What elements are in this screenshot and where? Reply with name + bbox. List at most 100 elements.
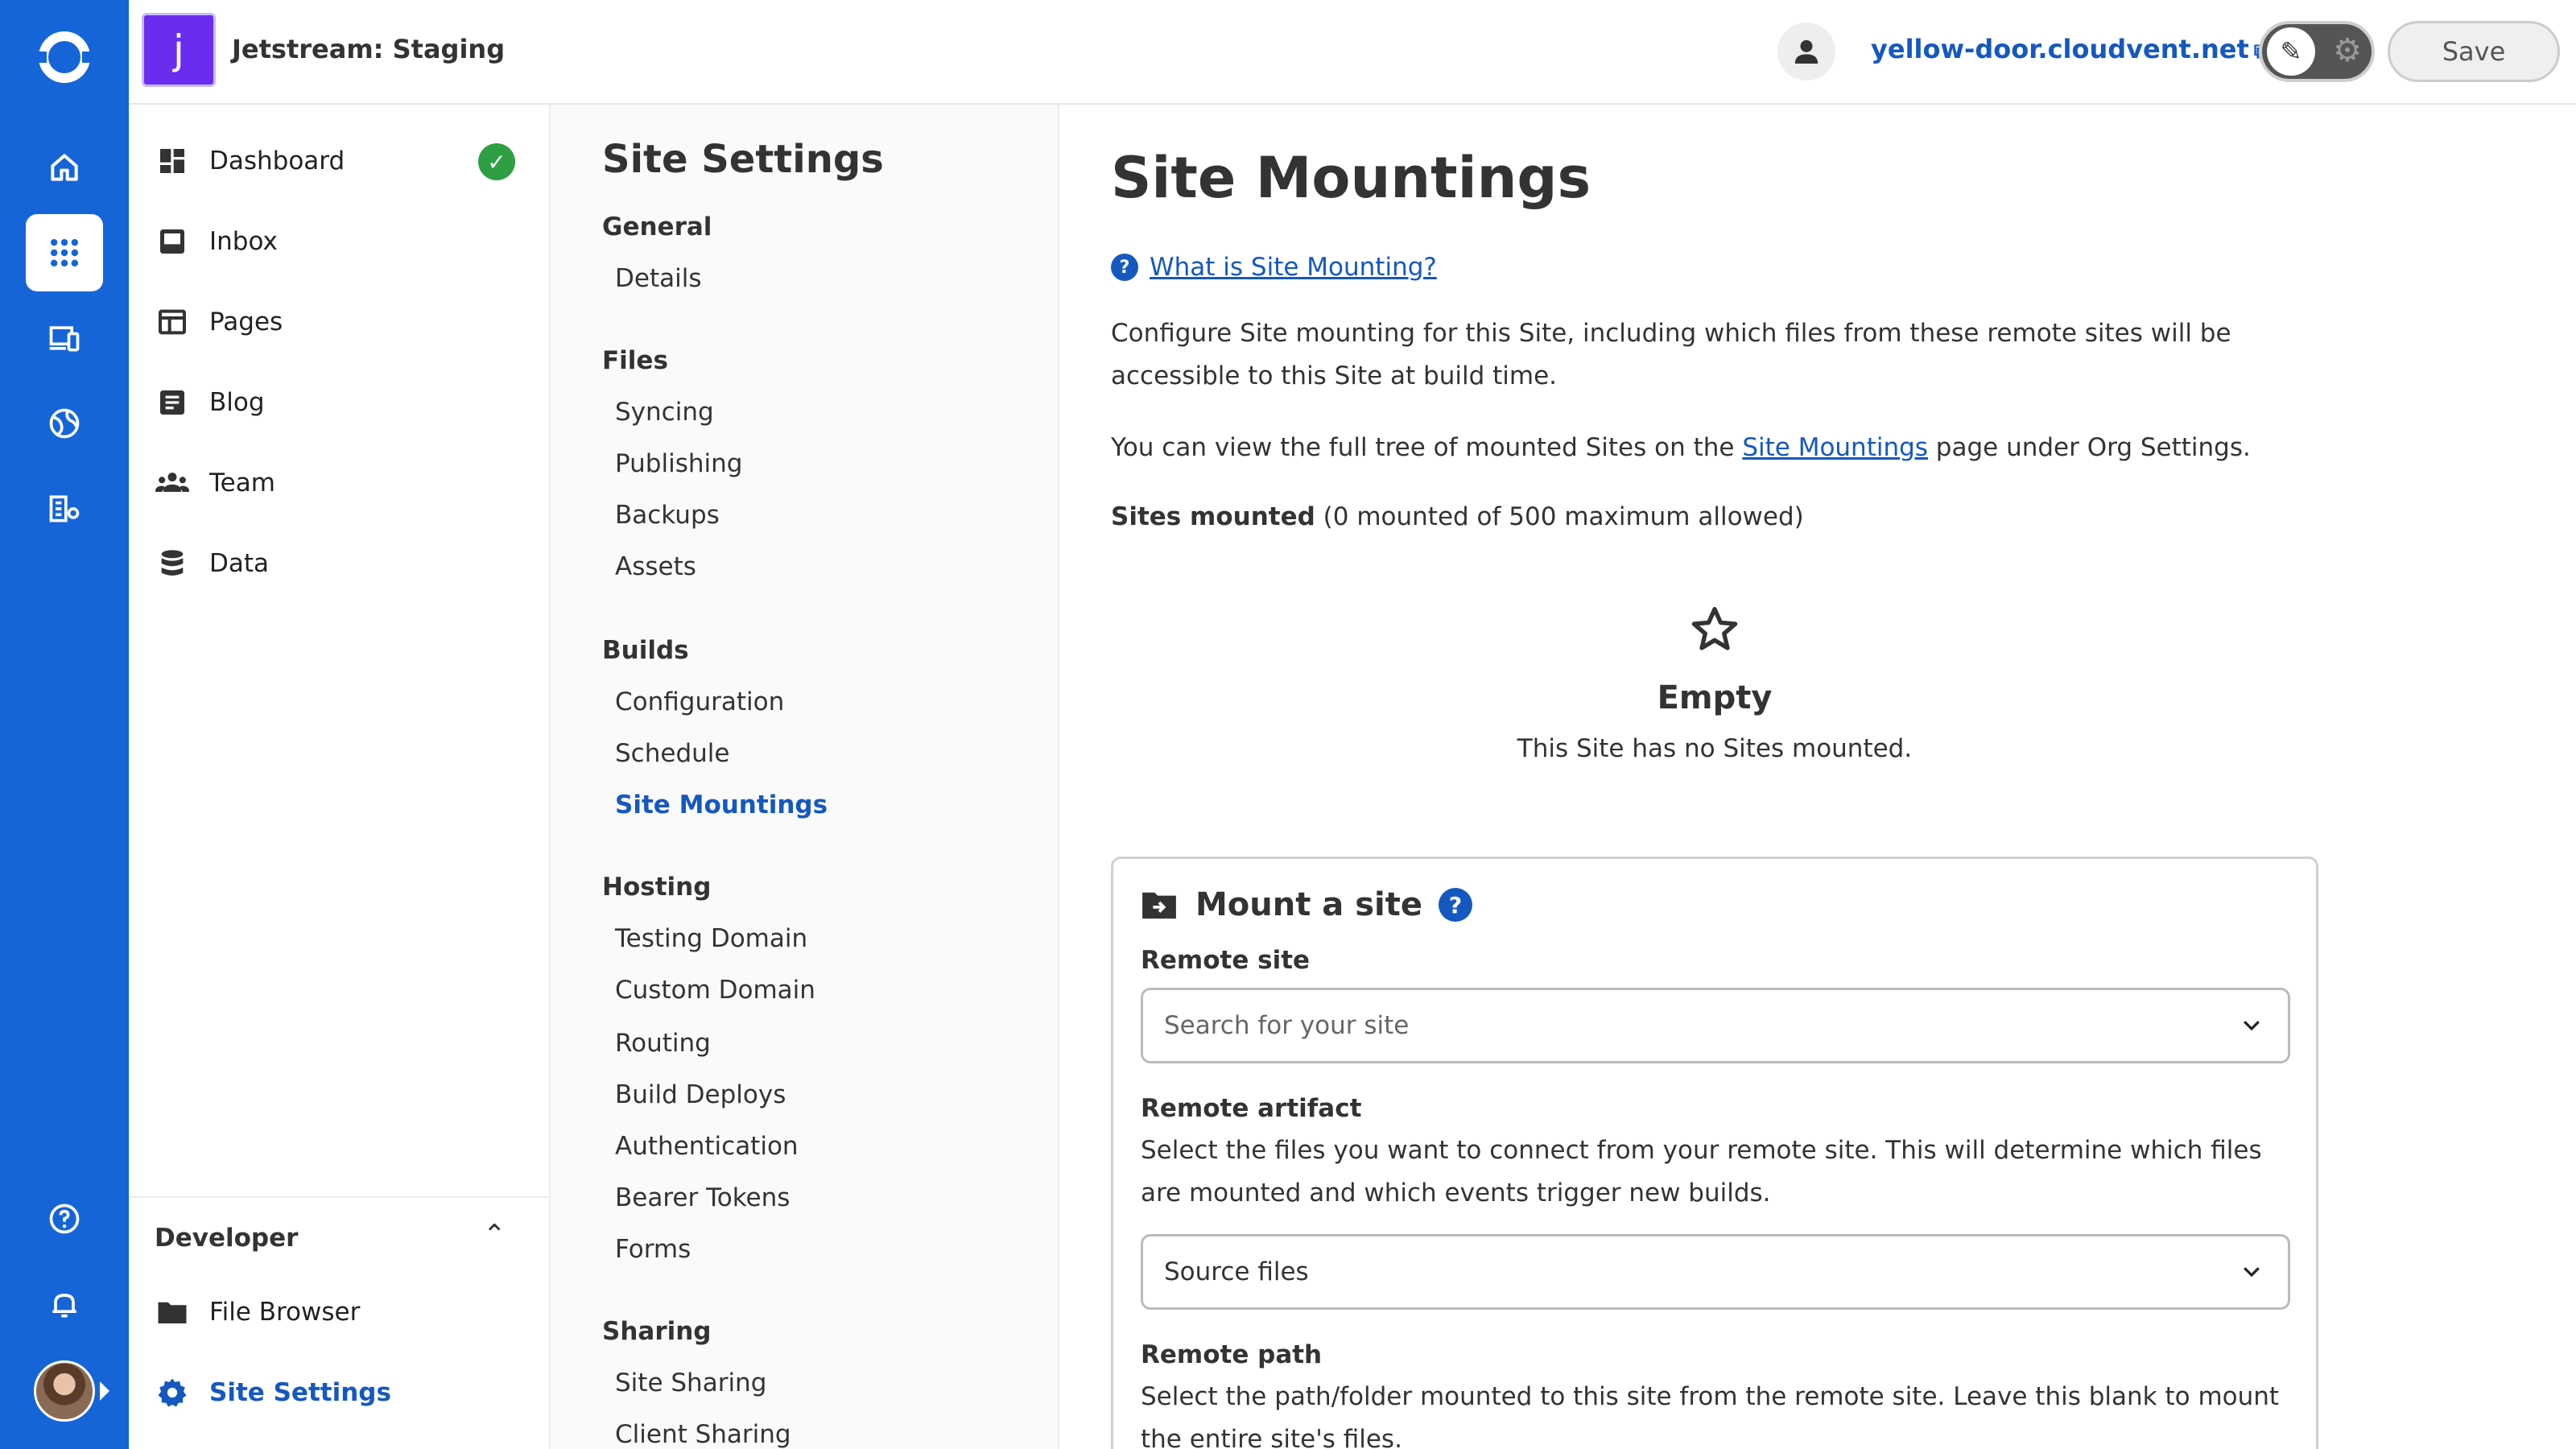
sites-mounted-count: Sites mounted (0 mounted of 500 maximum … <box>1111 496 2318 539</box>
gear-icon <box>155 1375 190 1410</box>
chevron-up-icon[interactable]: ⌃ <box>483 1219 506 1251</box>
apps-grid-icon[interactable] <box>26 214 103 291</box>
inbox-icon <box>155 224 190 259</box>
divider <box>129 1196 549 1198</box>
app-rail <box>0 0 129 1449</box>
avatar-menu-caret-icon[interactable] <box>100 1381 109 1401</box>
database-icon <box>155 546 190 581</box>
settings-link-publishing[interactable]: Publishing <box>615 449 742 478</box>
nav-item-blog[interactable]: Blog <box>155 378 265 427</box>
settings-group-files: Files <box>602 346 668 375</box>
main-content: Site Mountings ? What is Site Mounting? … <box>1059 105 2576 1449</box>
globe-icon[interactable] <box>26 385 103 462</box>
nav-item-data[interactable]: Data <box>155 539 269 588</box>
sites-mounted-detail: (0 mounted of 500 maximum allowed) <box>1315 502 1804 531</box>
settings-link-configuration[interactable]: Configuration <box>615 687 784 716</box>
nav-item-label: Dashboard <box>209 147 345 175</box>
bell-icon[interactable] <box>26 1265 103 1343</box>
remote-artifact-label: Remote artifact <box>1141 1094 1362 1123</box>
nav-item-label: File Browser <box>209 1298 361 1327</box>
note-suffix: page under Org Settings. <box>1927 433 2251 462</box>
settings-link-forms[interactable]: Forms <box>615 1235 691 1264</box>
nav-item-dashboard[interactable]: Dashboard <box>155 137 345 185</box>
edit-mode-toggle[interactable]: ✎ ⚙ <box>2259 21 2375 82</box>
home-icon[interactable] <box>26 129 103 206</box>
nav-item-label: Inbox <box>209 227 278 256</box>
nav-item-label: Data <box>209 549 270 578</box>
settings-link-site-mountings[interactable]: Site Mountings <box>615 791 828 819</box>
mount-site-title: Mount a site <box>1195 886 1422 923</box>
settings-link-assets[interactable]: Assets <box>615 552 696 581</box>
settings-link-syncing[interactable]: Syncing <box>615 398 714 427</box>
nav-item-inbox[interactable]: Inbox <box>155 217 278 266</box>
nav-item-label: Team <box>209 469 275 497</box>
site-badge[interactable]: j <box>142 13 216 87</box>
nav-item-site-settings[interactable]: Site Settings <box>155 1368 391 1417</box>
mount-site-heading: Mount a site ? <box>1141 886 1472 923</box>
avatar[interactable] <box>34 1360 95 1422</box>
org-settings-note: You can view the full tree of mounted Si… <box>1111 427 2318 469</box>
settings-group-general: General <box>602 213 712 242</box>
star-icon <box>1111 604 2318 668</box>
chevron-down-icon <box>2244 1267 2260 1278</box>
remote-site-select[interactable]: Search for your site <box>1141 988 2290 1063</box>
site-name: Jetstream: Staging <box>232 34 506 64</box>
user-icon[interactable] <box>1777 23 1835 80</box>
settings-nav-title: Site Settings <box>602 137 884 182</box>
empty-state: Empty This Site has no Sites mounted. <box>1111 604 2318 763</box>
gear-icon: ⚙ <box>2333 32 2362 69</box>
settings-link-site-sharing[interactable]: Site Sharing <box>615 1368 766 1397</box>
remote-path-label: Remote path <box>1141 1340 1323 1369</box>
pages-icon <box>155 304 190 340</box>
settings-link-routing[interactable]: Routing <box>615 1029 711 1058</box>
folder-arrow-icon <box>1142 892 1176 919</box>
settings-nav: Site Settings General Details Files Sync… <box>551 105 1059 1449</box>
what-is-site-mounting-link[interactable]: What is Site Mounting? <box>1150 253 1437 282</box>
settings-link-details[interactable]: Details <box>615 264 701 293</box>
logo-icon[interactable] <box>32 29 97 85</box>
chevron-down-icon <box>2244 1021 2260 1031</box>
settings-link-build-deploys[interactable]: Build Deploys <box>615 1080 786 1109</box>
nav-item-label: Pages <box>209 308 283 336</box>
note-prefix: You can view the full tree of mounted Si… <box>1111 433 1743 462</box>
help-circle-icon[interactable]: ? <box>1438 888 1472 922</box>
empty-title: Empty <box>1657 679 1773 716</box>
remote-artifact-select[interactable]: Source files <box>1141 1234 2290 1310</box>
org-settings-icon[interactable] <box>26 470 103 547</box>
help-icon[interactable] <box>26 1180 103 1257</box>
settings-link-testing-domain[interactable]: Testing Domain <box>615 924 807 953</box>
team-icon <box>155 465 190 501</box>
folder-icon <box>155 1294 190 1330</box>
developer-section-header[interactable]: Developer <box>155 1224 298 1253</box>
settings-link-bearer-tokens[interactable]: Bearer Tokens <box>615 1183 790 1212</box>
site-domain-link[interactable]: yellow-door.cloudvent.net⧉ <box>1871 34 2268 64</box>
devices-icon[interactable] <box>26 299 103 377</box>
remote-site-label: Remote site <box>1141 946 1311 975</box>
check-icon: ✓ <box>478 143 515 180</box>
dashboard-icon <box>155 143 190 179</box>
settings-link-schedule[interactable]: Schedule <box>615 739 729 768</box>
save-button[interactable]: Save <box>2388 21 2560 82</box>
sites-mounted-label: Sites mounted <box>1111 502 1315 531</box>
nav-item-label: Site Settings <box>209 1378 391 1407</box>
remote-artifact-value: Source files <box>1164 1257 1309 1286</box>
settings-link-authentication[interactable]: Authentication <box>615 1132 799 1161</box>
settings-group-hosting: Hosting <box>602 873 712 902</box>
settings-group-sharing: Sharing <box>602 1317 712 1346</box>
nav-item-pages[interactable]: Pages <box>155 298 283 346</box>
settings-link-custom-domain[interactable]: Custom Domain <box>615 976 815 1005</box>
remote-site-placeholder: Search for your site <box>1164 1011 1410 1040</box>
site-mountings-org-link[interactable]: Site Mountings <box>1742 433 1928 462</box>
page-title: Site Mountings <box>1111 145 1591 211</box>
mount-site-card: Mount a site ? Remote site Search for yo… <box>1111 857 2318 1449</box>
nav-item-label: Blog <box>209 388 265 417</box>
help-circle-icon: ? <box>1111 254 1138 281</box>
nav-item-team[interactable]: Team <box>155 459 275 507</box>
settings-link-backups[interactable]: Backups <box>615 501 720 530</box>
primary-nav: Dashboard ✓ Inbox Pages Blog Team Data D… <box>129 105 551 1449</box>
settings-group-builds: Builds <box>602 636 689 665</box>
settings-link-client-sharing[interactable]: Client Sharing <box>615 1420 791 1449</box>
empty-subtitle: This Site has no Sites mounted. <box>1517 734 1913 763</box>
nav-item-file-browser[interactable]: File Browser <box>155 1288 360 1336</box>
pencil-icon: ✎ <box>2267 27 2315 76</box>
